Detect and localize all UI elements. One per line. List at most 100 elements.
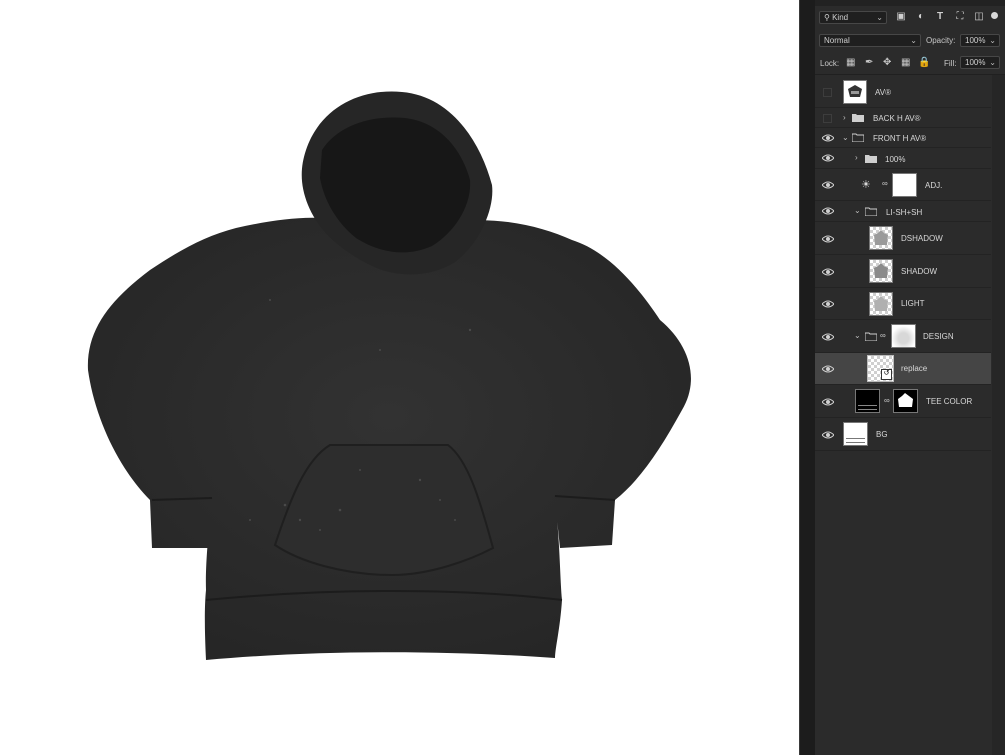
layer-name: AV® bbox=[875, 88, 891, 97]
folder-open-icon bbox=[852, 133, 864, 142]
chevron-down-icon[interactable]: ⌄ bbox=[854, 206, 861, 215]
opacity-label: Opacity: bbox=[926, 36, 956, 45]
layer-group-back-h-av[interactable]: › BACK H AV® bbox=[815, 108, 991, 128]
smart-object-thumbnail-icon bbox=[848, 85, 862, 97]
layer-tee-color[interactable]: ∞ TEE COLOR bbox=[815, 385, 991, 418]
folder-icon bbox=[852, 114, 864, 122]
lock-image-pixels-icon[interactable]: ✒ bbox=[865, 57, 873, 68]
lock-label: Lock: bbox=[820, 59, 840, 68]
layer-group-design[interactable]: ⌄ ∞ DESIGN bbox=[815, 320, 991, 353]
blend-mode-value: Normal bbox=[824, 36, 850, 45]
layer-name: LIGHT bbox=[901, 299, 925, 308]
eye-icon[interactable] bbox=[822, 300, 834, 308]
link-icon[interactable]: ∞ bbox=[880, 331, 886, 340]
chevron-right-icon[interactable]: › bbox=[855, 153, 858, 162]
hoodie-thumbnail-icon bbox=[874, 230, 888, 245]
layer-thumbnail bbox=[843, 80, 867, 104]
panel-divider[interactable] bbox=[799, 0, 816, 755]
brightness-adjustment-icon: ☀ bbox=[861, 179, 871, 191]
hoodie-mask-icon bbox=[898, 393, 913, 407]
eye-icon[interactable] bbox=[822, 207, 834, 215]
fill-label: Fill: bbox=[944, 59, 957, 68]
panel-separator bbox=[815, 74, 1005, 75]
opacity-value: 100% bbox=[965, 36, 986, 45]
fill-input[interactable]: 100% ⌄ bbox=[960, 56, 1000, 69]
eye-icon[interactable] bbox=[822, 431, 834, 439]
hoodie-thumbnail-icon bbox=[874, 263, 888, 278]
layer-name: DSHADOW bbox=[901, 234, 943, 243]
link-icon[interactable]: ∞ bbox=[882, 179, 888, 188]
folder-open-icon bbox=[865, 207, 877, 216]
layer-name: BACK H AV® bbox=[873, 114, 921, 123]
lock-transparent-pixels-icon[interactable]: ▦ bbox=[846, 57, 855, 68]
mask-thumbnail[interactable] bbox=[893, 389, 918, 413]
layer-name: SHADOW bbox=[901, 267, 937, 276]
layer-thumbnail: ↺ bbox=[867, 355, 894, 382]
layer-name: BG bbox=[876, 430, 888, 439]
shape-filter-icon[interactable]: ⛶ bbox=[954, 11, 966, 23]
fill-layer-icon bbox=[846, 438, 865, 443]
layer-name: DESIGN bbox=[923, 332, 954, 341]
link-icon[interactable]: ∞ bbox=[884, 396, 890, 405]
layer-thumbnail bbox=[869, 292, 893, 316]
eye-icon[interactable] bbox=[822, 268, 834, 276]
visibility-toggle[interactable] bbox=[823, 114, 832, 123]
chevron-down-icon[interactable]: ⌄ bbox=[854, 331, 861, 340]
layer-dshadow[interactable]: DSHADOW bbox=[815, 222, 991, 255]
pixel-filter-icon[interactable]: ▣ bbox=[895, 11, 907, 23]
layer-adj[interactable]: ☀ ∞ ADJ. bbox=[815, 169, 991, 201]
folder-icon bbox=[865, 155, 877, 163]
layer-replace[interactable]: ↺ replace bbox=[815, 353, 991, 385]
layer-name: FRONT H AV® bbox=[873, 134, 927, 143]
document-canvas[interactable] bbox=[0, 0, 799, 755]
mask-thumbnail[interactable] bbox=[891, 324, 916, 348]
type-filter-icon[interactable]: T bbox=[934, 11, 946, 23]
layer-shadow[interactable]: SHADOW bbox=[815, 255, 991, 288]
eye-icon[interactable] bbox=[822, 134, 834, 142]
filter-kind-value: Kind bbox=[832, 13, 849, 22]
layers-scrollbar[interactable] bbox=[992, 75, 1005, 755]
layer-group-100[interactable]: › 100% bbox=[815, 148, 991, 169]
eye-icon[interactable] bbox=[822, 365, 834, 373]
layer-thumbnail bbox=[869, 226, 893, 250]
chevron-down-icon: ⌄ bbox=[910, 36, 917, 45]
layer-av[interactable]: AV® bbox=[815, 77, 991, 108]
chevron-down-icon: ⌄ bbox=[876, 13, 883, 22]
layer-name: 100% bbox=[885, 155, 906, 164]
chevron-down-icon[interactable]: ⌄ bbox=[842, 133, 849, 142]
mask-thumbnail[interactable] bbox=[892, 173, 917, 197]
eye-icon[interactable] bbox=[822, 235, 834, 243]
panel-top-strip bbox=[815, 0, 1005, 6]
layer-name: replace bbox=[901, 364, 928, 373]
smart-object-filter-icon[interactable]: ◫ bbox=[973, 11, 985, 23]
lock-artboard-icon[interactable]: ▦ bbox=[901, 57, 910, 68]
hoodie-thumbnail-icon bbox=[874, 296, 888, 311]
lock-position-icon[interactable]: ✥ bbox=[883, 57, 891, 68]
smart-object-badge-icon: ↺ bbox=[881, 369, 892, 380]
fill-value: 100% bbox=[965, 58, 986, 67]
adjustment-filter-icon[interactable]: ◐ bbox=[915, 11, 927, 23]
hoodie-image bbox=[87, 91, 691, 661]
opacity-input[interactable]: 100% ⌄ bbox=[960, 34, 1000, 47]
layers-panel: ⚲ Kind ⌄ ▣ ◐ T ⛶ ◫ Normal ⌄ Opacity: 100… bbox=[815, 0, 1005, 755]
filter-toggle-icon[interactable] bbox=[991, 12, 998, 19]
chevron-right-icon[interactable]: › bbox=[843, 113, 846, 122]
blend-mode-select[interactable]: Normal ⌄ bbox=[819, 34, 921, 47]
filter-kind-select[interactable]: ⚲ Kind ⌄ bbox=[819, 11, 887, 24]
fill-layer-icon bbox=[858, 405, 877, 410]
layer-light[interactable]: LIGHT bbox=[815, 288, 991, 320]
lock-all-icon[interactable]: 🔒 bbox=[918, 57, 930, 68]
layer-thumbnail bbox=[855, 389, 880, 413]
eye-icon[interactable] bbox=[822, 181, 834, 189]
layer-group-li-sh-sh[interactable]: ⌄ LI-SH+SH bbox=[815, 201, 991, 222]
search-icon: ⚲ bbox=[824, 13, 830, 22]
layer-group-front-h-av[interactable]: ⌄ FRONT H AV® bbox=[815, 128, 991, 148]
eye-icon[interactable] bbox=[822, 398, 834, 406]
layer-bg[interactable]: BG bbox=[815, 418, 991, 451]
eye-icon[interactable] bbox=[822, 333, 834, 341]
chevron-down-icon: ⌄ bbox=[989, 58, 996, 67]
layer-name: TEE COLOR bbox=[926, 397, 973, 406]
layer-name: LI-SH+SH bbox=[886, 208, 923, 217]
visibility-toggle[interactable] bbox=[823, 88, 832, 97]
eye-icon[interactable] bbox=[822, 154, 834, 162]
